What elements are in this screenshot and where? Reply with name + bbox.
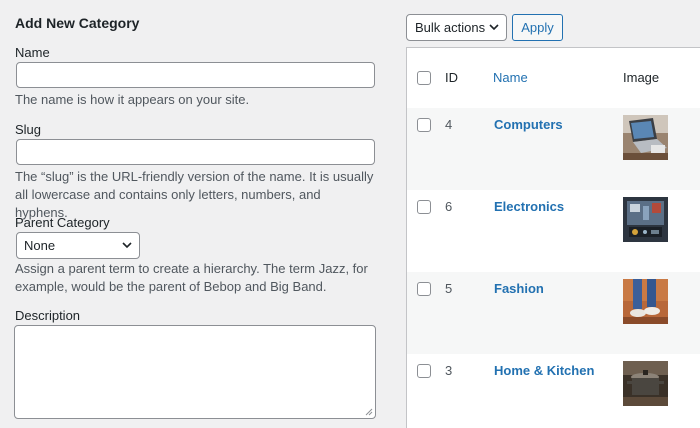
- slug-help: The “slug” is the URL-friendly version o…: [15, 169, 374, 220]
- column-header-image: Image: [623, 70, 660, 85]
- table-header: ID Name Image: [407, 48, 700, 109]
- electronics-thumbnail: [623, 197, 668, 242]
- chevron-down-icon: [489, 24, 499, 31]
- row-checkbox[interactable]: [417, 282, 431, 296]
- bulk-actions-select[interactable]: Bulk actions: [406, 14, 507, 41]
- row-checkbox[interactable]: [417, 200, 431, 214]
- column-header-name[interactable]: Name: [493, 70, 528, 85]
- row-name-link[interactable]: Fashion: [494, 281, 544, 296]
- laptop-thumbnail: [623, 115, 668, 160]
- name-input[interactable]: [16, 62, 375, 88]
- row-id: 3: [445, 363, 453, 378]
- row-checkbox[interactable]: [417, 364, 431, 378]
- column-header-id: ID: [445, 70, 458, 85]
- cooking-pot-thumbnail: [623, 361, 668, 406]
- name-help: The name is how it appears on your site.: [15, 92, 250, 107]
- row-id: 4: [445, 117, 453, 132]
- row-name-link[interactable]: Electronics: [494, 199, 564, 214]
- parent-category-label: Parent Category: [15, 215, 110, 230]
- row-id: 6: [445, 199, 453, 214]
- parent-category-select[interactable]: None: [16, 232, 140, 259]
- table-row: 4 Computers: [407, 108, 700, 190]
- chevron-down-icon: [122, 242, 132, 249]
- parent-category-value: None: [24, 238, 56, 253]
- shoes-thumbnail: [623, 279, 668, 324]
- table-row: 6 Electronics: [407, 190, 700, 272]
- table-row: 5 Fashion: [407, 272, 700, 354]
- description-textarea[interactable]: [14, 325, 376, 419]
- form-title: Add New Category: [15, 15, 140, 31]
- categories-table: ID Name Image 4 Computers 6 Electronics: [406, 47, 700, 428]
- row-name-link[interactable]: Computers: [494, 117, 563, 132]
- apply-button[interactable]: Apply: [512, 14, 563, 41]
- select-all-checkbox[interactable]: [417, 71, 431, 85]
- slug-label: Slug: [15, 122, 42, 137]
- slug-input[interactable]: [16, 139, 375, 165]
- bulk-actions-value: Bulk actions: [415, 20, 486, 35]
- table-row: 3 Home & Kitchen: [407, 354, 700, 428]
- name-label: Name: [15, 45, 50, 60]
- resize-handle-icon[interactable]: [365, 408, 373, 416]
- row-id: 5: [445, 281, 453, 296]
- row-checkbox[interactable]: [417, 118, 431, 132]
- parent-category-help: Assign a parent term to create a hierarc…: [15, 261, 368, 294]
- row-name-link[interactable]: Home & Kitchen: [494, 363, 594, 378]
- description-label: Description: [15, 308, 81, 323]
